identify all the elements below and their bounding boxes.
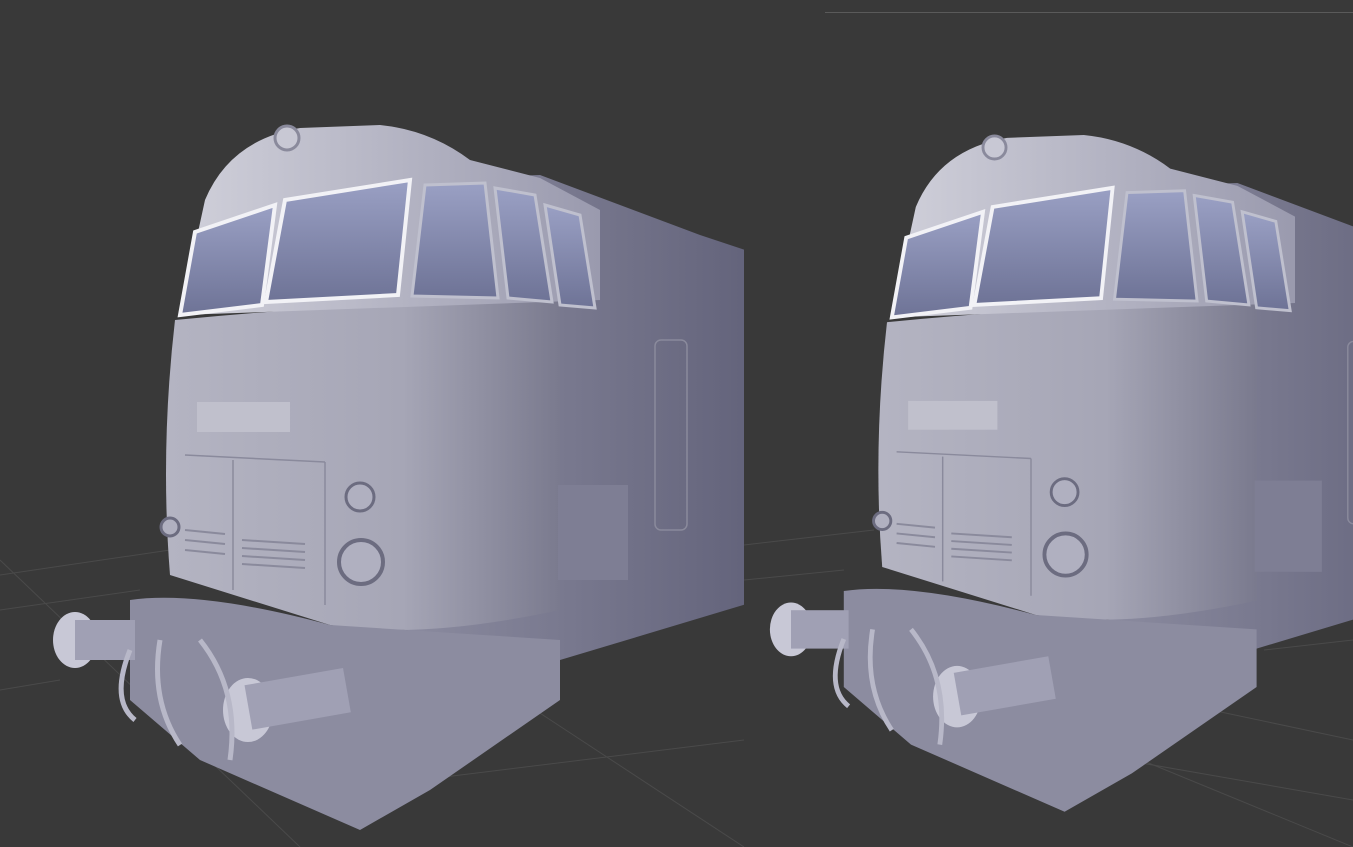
- scene-right: [744, 0, 1353, 847]
- scene-left: [0, 0, 744, 847]
- viewport-right[interactable]: [744, 0, 1353, 847]
- locomotive-model[interactable]: [770, 135, 1353, 812]
- locomotive-model[interactable]: [53, 125, 744, 830]
- viewport-header-divider: [825, 12, 1353, 13]
- viewport-left[interactable]: [0, 0, 744, 847]
